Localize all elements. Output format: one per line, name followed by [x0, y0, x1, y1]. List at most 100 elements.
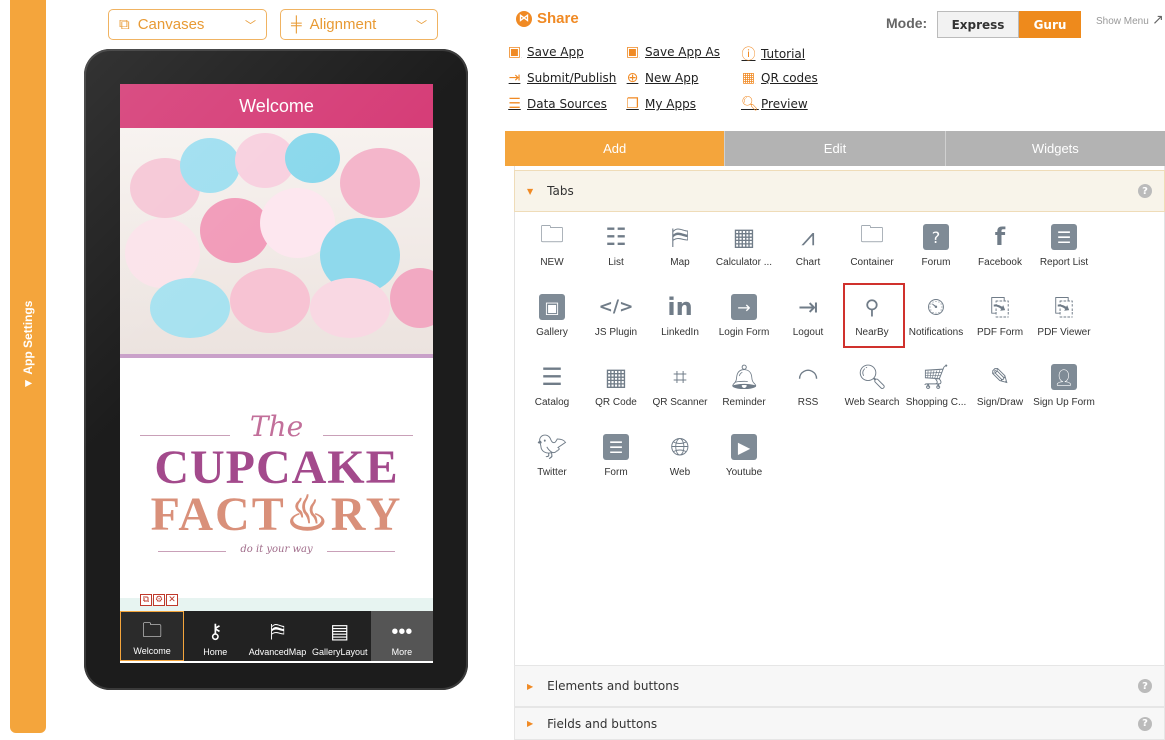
widget-login-form[interactable]: → Login Form [712, 290, 776, 360]
section-elements-header[interactable]: ▶ Elements and buttons ? [514, 665, 1165, 707]
apps-icon: ❐ [626, 96, 639, 112]
plus-icon: ⊕ [626, 70, 639, 86]
panel-tabs: Add Edit Widgets [505, 131, 1165, 166]
help-icon[interactable]: ? [1138, 716, 1152, 731]
widget-rss[interactable]: ◠ RSS [776, 360, 840, 430]
app-settings-sidebar[interactable]: ▼ App Settings [10, 0, 46, 733]
widget-logout[interactable]: ⇥ Logout [776, 290, 840, 360]
location-icon: ⚲ [864, 295, 880, 319]
notification-icon: ⏲ [926, 293, 946, 321]
save-app-link[interactable]: ▣ Save App [507, 44, 584, 60]
play-icon: ▶ [731, 434, 757, 460]
section-fields-header[interactable]: ▶ Fields and buttons ? [514, 707, 1165, 740]
tab-welcome[interactable]: 🗀 Welcome [120, 611, 185, 661]
app-preview-screen[interactable]: Welcome The CUPCAKE FACT♨RY do it your w… [120, 84, 433, 663]
bell-icon: 🔔︎ [728, 363, 760, 391]
widget-nearby[interactable]: ⚲ NearBy [840, 283, 905, 360]
new-app-link[interactable]: ⊕ New App [625, 70, 699, 86]
alignment-label: Alignment [309, 16, 377, 33]
code-icon: </> [598, 297, 634, 317]
share-label: Share [537, 10, 579, 27]
chevron-down-icon: ﹀ [245, 19, 256, 32]
widget-web-search[interactable]: 🔍︎ Web Search [840, 360, 904, 430]
widget-list[interactable]: ☷ List [584, 220, 648, 290]
widget-label: QR Scanner [652, 397, 708, 408]
widget-web[interactable]: 🌐︎ Web [648, 430, 712, 500]
widget-qr-code[interactable]: ▦ QR Code [584, 360, 648, 430]
cart-icon: 🛒︎ [920, 363, 952, 391]
action-label: Submit/Publish [527, 71, 617, 85]
widget-label: List [608, 257, 624, 268]
map-icon: ⛿ [671, 223, 689, 251]
widget-container[interactable]: 🗀 Container [840, 220, 904, 290]
copy-icon[interactable]: ⧉ [140, 594, 152, 606]
canvases-dropdown[interactable]: ⧉ Canvases ﹀ [108, 9, 267, 40]
widget-catalog[interactable]: ☰ Catalog [520, 360, 584, 430]
qr-codes-link[interactable]: ▦ QR codes [741, 70, 818, 86]
widget-label: Reminder [722, 397, 766, 408]
hero-image [120, 128, 433, 358]
widget-reminder[interactable]: 🔔︎ Reminder [712, 360, 776, 430]
widget-forum[interactable]: ? Forum [904, 220, 968, 290]
widget-js-plugin[interactable]: </> JS Plugin [584, 290, 648, 360]
section-tabs-header[interactable]: ▼ Tabs ? [514, 170, 1165, 212]
my-apps-link[interactable]: ❐ My Apps [625, 96, 696, 112]
widget-sign-draw[interactable]: ✎ Sign/Draw [968, 360, 1032, 430]
widget-twitter[interactable]: 🐦︎ Twitter [520, 430, 584, 500]
widget-chart[interactable]: ⩘ Chart [776, 220, 840, 290]
user-icon: 👤︎ [1051, 364, 1077, 390]
widget-label: JS Plugin [594, 327, 638, 338]
widget-form[interactable]: ☰ Form [584, 430, 648, 500]
widget-shopping-cart[interactable]: 🛒︎ Shopping C... [904, 360, 968, 430]
widget-pdf-form[interactable]: ⎘ PDF Form [968, 290, 1032, 360]
widget-notifications[interactable]: ⏲ Notifications [904, 290, 968, 360]
widget-report-list[interactable]: ☰ Report List [1032, 220, 1096, 290]
preview-link[interactable]: 🔍︎ Preview [741, 96, 808, 112]
help-icon[interactable]: ? [1138, 184, 1152, 198]
widget-linkedin[interactable]: in LinkedIn [648, 290, 712, 360]
data-sources-link[interactable]: ☰ Data Sources [507, 96, 607, 112]
widget-calculator[interactable]: ▦ Calculator ... [712, 220, 776, 290]
pdf-form-icon: ⎘ [990, 293, 1010, 321]
tab-advancedmap[interactable]: ⛿ AdvancedMap [246, 611, 308, 661]
tab-widgets[interactable]: Widgets [944, 131, 1165, 166]
show-menu-link[interactable]: Show Menu [1096, 16, 1149, 27]
widget-gallery[interactable]: ▣ Gallery [520, 290, 584, 360]
submit-publish-link[interactable]: ⇥ Submit/Publish [507, 70, 617, 86]
tab-label: AdvancedMap [248, 647, 307, 657]
close-icon[interactable]: ✕ [166, 594, 178, 606]
tab-home[interactable]: ⚷ Home [184, 611, 246, 661]
map-icon: ⛿ [270, 621, 285, 643]
action-label: Data Sources [527, 97, 607, 111]
alignment-dropdown[interactable]: ╪ Alignment ﹀ [280, 9, 438, 40]
external-link-icon[interactable]: ↗ [1152, 12, 1164, 28]
tab-more[interactable]: ••• More [370, 611, 434, 661]
tab-controls[interactable]: ⧉ ⚙ ✕ [140, 594, 178, 606]
share-button[interactable]: ⋈ Share [516, 10, 579, 27]
widget-pdf-viewer[interactable]: ⎘ PDF Viewer [1032, 290, 1096, 360]
widget-label: QR Code [595, 397, 637, 408]
save-app-as-link[interactable]: ▣ Save App As [625, 44, 720, 60]
action-label: Save App As [645, 45, 720, 59]
tab-gallerylayout[interactable]: ▤ GalleryLayout [309, 611, 371, 661]
widget-qr-scanner[interactable]: ⌗ QR Scanner [648, 360, 712, 430]
widget-map[interactable]: ⛿ Map [648, 220, 712, 290]
mode-express-button[interactable]: Express [937, 11, 1019, 38]
section-title: Fields and buttons [547, 716, 658, 731]
widget-youtube[interactable]: ▶ Youtube [712, 430, 776, 500]
tab-edit[interactable]: Edit [724, 131, 945, 166]
gallery-icon: ▣ [539, 294, 565, 320]
widget-label: Catalog [534, 397, 570, 408]
facebook-icon: f [994, 223, 1006, 251]
tutorial-link[interactable]: ⓘ Tutorial [741, 44, 806, 64]
widget-new[interactable]: 🗀 NEW [520, 220, 584, 290]
settings-icon[interactable]: ⚙ [153, 594, 165, 606]
logo-factory: FACT♨RY [150, 488, 403, 541]
widget-facebook[interactable]: f Facebook [968, 220, 1032, 290]
mode-guru-button[interactable]: Guru [1019, 11, 1081, 38]
help-icon[interactable]: ? [1138, 679, 1152, 693]
tab-add[interactable]: Add [505, 131, 725, 166]
widget-label: Web [669, 467, 691, 478]
logo-tagline: do it your way [240, 544, 313, 555]
widget-sign-up-form[interactable]: 👤︎ Sign Up Form [1032, 360, 1096, 430]
